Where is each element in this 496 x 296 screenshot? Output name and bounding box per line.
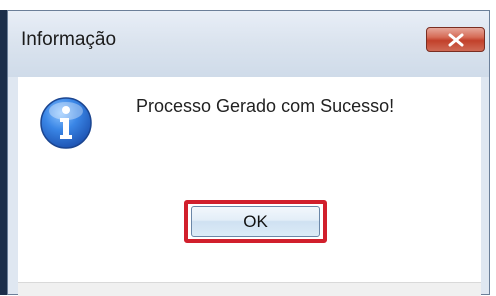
dialog-titlebar[interactable]: Informação — [8, 11, 489, 77]
close-button[interactable] — [426, 27, 485, 52]
dialog-footer — [18, 282, 481, 296]
ok-button-label: OK — [243, 211, 268, 231]
information-dialog: Informação — [7, 10, 490, 296]
info-icon — [40, 97, 92, 149]
dialog-message: Processo Gerado com Sucesso! — [136, 96, 395, 116]
dialog-title: Informação — [21, 29, 117, 50]
screenshot-frame: Informação Processo Gerado com Sucesso! … — [0, 0, 496, 296]
close-icon — [448, 33, 463, 46]
frame-top-border — [0, 0, 496, 10]
ok-button[interactable]: OK — [191, 206, 320, 237]
frame-left-border — [0, 10, 7, 295]
